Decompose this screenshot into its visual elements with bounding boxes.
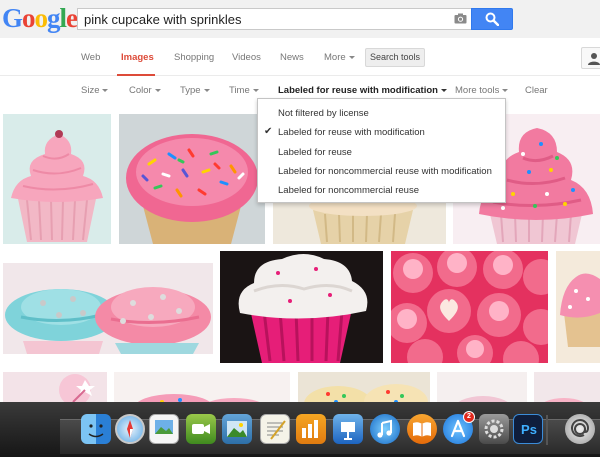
- top-bar: Google: [0, 0, 600, 38]
- search-tools-button[interactable]: Search tools: [365, 48, 425, 67]
- filter-more-tools[interactable]: More tools: [455, 85, 509, 96]
- logo-letter: o: [34, 3, 48, 33]
- search-box[interactable]: [77, 8, 471, 30]
- chevron-down-icon: [502, 88, 509, 92]
- preview-icon[interactable]: [149, 414, 179, 444]
- tab-more[interactable]: More: [324, 52, 355, 63]
- search-tabs: Web Images Shopping Videos News More: [0, 38, 600, 76]
- filter-size-label: Size: [81, 85, 100, 96]
- cupcake-image-7[interactable]: [391, 251, 548, 363]
- filter-color-label: Color: [129, 85, 152, 96]
- filter-clear[interactable]: Clear: [525, 85, 548, 96]
- chevron-down-icon: [102, 88, 109, 92]
- tab-news[interactable]: News: [280, 52, 304, 63]
- chevron-down-icon: [252, 88, 259, 92]
- logo-letter: e: [66, 3, 78, 33]
- music-icon[interactable]: [370, 414, 400, 444]
- chevron-down-icon: [348, 55, 355, 59]
- notification-badge: 2: [463, 411, 475, 423]
- filter-time[interactable]: Time: [229, 85, 259, 96]
- tab-web[interactable]: Web: [81, 52, 100, 63]
- menu-item-noncommercial-reuse-with-modification[interactable]: Labeled for noncommercial reuse with mod…: [278, 166, 492, 177]
- menu-item-reuse[interactable]: Labeled for reuse: [278, 147, 352, 158]
- mail-icon[interactable]: [565, 414, 595, 444]
- filter-time-label: Time: [229, 85, 250, 96]
- facetime-icon[interactable]: [186, 414, 216, 444]
- cupcake-image-6[interactable]: [220, 251, 383, 363]
- logo-letter: g: [47, 3, 60, 33]
- textedit-icon[interactable]: [260, 414, 290, 444]
- tab-more-label: More: [324, 52, 346, 63]
- filter-usage-rights[interactable]: Labeled for reuse with modification: [278, 85, 447, 96]
- filter-color[interactable]: Color: [129, 85, 161, 96]
- camera-icon[interactable]: [454, 13, 467, 24]
- app-store-icon[interactable]: 2: [443, 411, 475, 444]
- book-icon[interactable]: [407, 414, 437, 444]
- safari-icon[interactable]: [115, 414, 145, 444]
- chevron-down-icon: [154, 88, 161, 92]
- logo-letter: o: [22, 3, 35, 33]
- gear-icon[interactable]: [479, 414, 509, 444]
- photoshop-icon[interactable]: Ps: [513, 414, 543, 444]
- filter-usage-rights-label: Labeled for reuse with modification: [278, 85, 438, 96]
- account-button[interactable]: [581, 47, 600, 69]
- macos-dock: 2 Ps: [0, 402, 600, 457]
- chevron-down-icon: [440, 88, 447, 92]
- cupcake-image-8[interactable]: [556, 251, 600, 363]
- presentation-icon[interactable]: [333, 414, 363, 444]
- filter-more-tools-label: More tools: [455, 85, 500, 96]
- checkmark-icon: ✔: [264, 126, 273, 137]
- dock-separator: [546, 415, 548, 445]
- photoshop-label: Ps: [521, 422, 537, 437]
- menu-item-reuse-with-modification[interactable]: Labeled for reuse with modification: [278, 127, 425, 138]
- person-icon: [588, 53, 600, 65]
- photos-icon[interactable]: [222, 414, 252, 444]
- cupcake-image-5[interactable]: [3, 263, 213, 354]
- menu-item-noncommercial-reuse[interactable]: Labeled for noncommercial reuse: [278, 185, 419, 196]
- filter-type-label: Type: [180, 85, 201, 96]
- tab-videos[interactable]: Videos: [232, 52, 261, 63]
- chevron-down-icon: [203, 88, 210, 92]
- tab-images[interactable]: Images: [121, 52, 154, 63]
- finder-icon[interactable]: [81, 414, 111, 444]
- search-input[interactable]: [84, 11, 444, 27]
- cupcake-image-2[interactable]: [119, 114, 265, 244]
- usage-rights-menu: Not filtered by license ✔ Labeled for re…: [257, 98, 506, 203]
- logo-letter: G: [2, 3, 23, 33]
- search-button[interactable]: [471, 8, 513, 30]
- search-icon: [485, 12, 499, 26]
- cupcake-image-1[interactable]: [3, 114, 111, 244]
- google-logo[interactable]: Google: [2, 3, 78, 33]
- tab-shopping[interactable]: Shopping: [174, 52, 214, 63]
- filter-size[interactable]: Size: [81, 85, 109, 96]
- active-tab-indicator: [117, 74, 155, 76]
- menu-item-not-filtered[interactable]: Not filtered by license: [278, 108, 369, 119]
- keynote-icon[interactable]: [296, 414, 326, 444]
- filter-type[interactable]: Type: [180, 85, 210, 96]
